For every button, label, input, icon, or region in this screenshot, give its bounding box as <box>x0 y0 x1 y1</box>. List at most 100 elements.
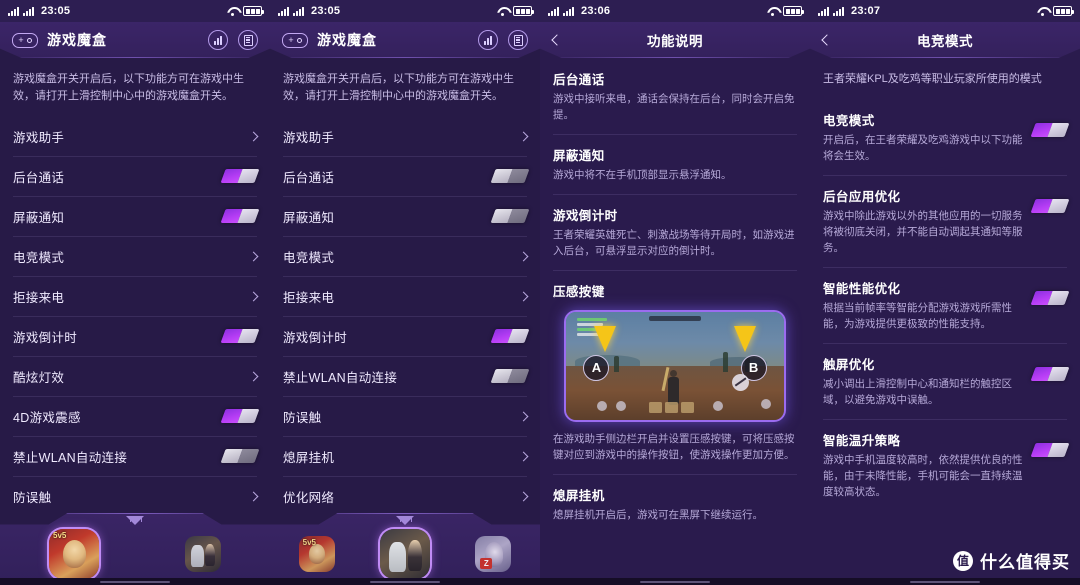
toggle-switch[interactable] <box>220 169 260 184</box>
chevron-right-icon <box>518 451 529 462</box>
game-icon-zombie[interactable] <box>475 536 512 572</box>
stats-chart-icon[interactable] <box>208 30 228 50</box>
row-label: 电竞模式 <box>13 250 65 265</box>
toggle-switch[interactable] <box>490 169 530 184</box>
row-label: 拒接来电 <box>283 290 335 305</box>
section-title: 熄屏挂机 <box>553 488 605 503</box>
section-body: 开启后，在王者荣耀及吃鸡游戏中以下功能将会生效。 <box>823 134 1023 162</box>
toggle-switch[interactable] <box>490 329 530 344</box>
section-body: 游戏中手机温度较高时，依然提供优良的性能，由于未降性能，手机可能会一直持续温度较… <box>823 453 1023 498</box>
dock-expand-arrow-icon[interactable] <box>396 516 414 525</box>
section-body: 在游戏助手侧边栏开启并设置压感按键，可将压感按键对应到游戏中的操作按钮，使游戏操… <box>553 432 795 461</box>
esports-section: 电竞模式 开启后，在王者荣耀及吃鸡游戏中以下功能将会生效。 <box>810 99 1080 175</box>
toggle-switch[interactable] <box>490 369 530 384</box>
section-body: 游戏中除此游戏以外的其他应用的一切服务将被彻底关闭，并不能自动调起其通知等服务。 <box>823 209 1023 254</box>
logo-dot <box>26 37 32 43</box>
chevron-right-icon <box>248 491 259 502</box>
battery-icon <box>513 6 534 16</box>
chevron-right-icon <box>518 291 529 302</box>
esports-section: 智能温升策略 游戏中手机温度较高时，依然提供优良的性能，由于未降性能，手机可能会… <box>810 418 1080 511</box>
list-item[interactable]: 屏蔽通知 <box>270 196 540 236</box>
app-header: + 游戏魔盒 <box>270 22 540 58</box>
panel-esports-mode: 23:07 电竞模式 王者荣耀KPL及吃鸡等职业玩家所使用的模式 电竞模式 开启… <box>810 0 1080 585</box>
section-body: 游戏中接听来电，通话会保持在后台，同时会开启免提。 <box>553 93 795 121</box>
chevron-right-icon <box>518 251 529 262</box>
list-item[interactable]: 熄屏挂机 <box>270 436 540 476</box>
toggle-switch[interactable] <box>1030 290 1070 305</box>
game-icon-pubg[interactable] <box>379 529 430 579</box>
toggle-switch[interactable] <box>1030 366 1070 381</box>
status-time: 23:07 <box>851 5 881 17</box>
panel-game-box-2: 23:05 + 游戏魔盒 游戏魔盒开关开启后，以下功能方可在游戏中生效，请打开上… <box>270 0 540 585</box>
intro-text: 游戏魔盒开关开启后，以下功能方可在游戏中生效，请打开上滑控制中心中的游戏魔盒开关… <box>13 73 244 103</box>
app-header: + 游戏魔盒 <box>0 22 270 58</box>
nav-bar <box>270 578 540 585</box>
battery-icon <box>243 6 264 16</box>
logo-plus: + <box>288 34 294 45</box>
row-label: 4D游戏震感 <box>13 410 81 425</box>
list-item[interactable]: 禁止WLAN自动连接 <box>0 436 270 476</box>
back-button[interactable] <box>540 34 574 46</box>
list-item[interactable]: 优化网络 <box>270 476 540 516</box>
list-item[interactable]: 屏蔽通知 <box>0 196 270 236</box>
row-label: 拒接来电 <box>13 290 65 305</box>
gamepad-icon: + <box>12 32 38 48</box>
nav-bar <box>810 578 1080 585</box>
list-item[interactable]: 拒接来电 <box>0 276 270 316</box>
list-item[interactable]: 游戏助手 <box>0 116 270 156</box>
stats-chart-icon[interactable] <box>478 30 498 50</box>
panel-game-box-1: 23:05 + 游戏魔盒 游戏魔盒开关开启后，以下功能方可在游戏中生效，请打开上… <box>0 0 270 585</box>
logo-dot <box>296 37 302 43</box>
screenshot-grid: 23:05 + 游戏魔盒 游戏魔盒开关开启后，以下功能方可在游戏中生效，请打开上… <box>0 0 1080 585</box>
section-body: 根据当前帧率等智能分配游戏游戏所需性能，为游戏提供更极致的性能支持。 <box>823 301 1012 330</box>
list-item[interactable]: 酷炫灯效 <box>0 356 270 396</box>
toggle-switch[interactable] <box>1030 442 1070 457</box>
page-title: 游戏魔盒 <box>47 32 107 48</box>
chevron-right-icon <box>518 491 529 502</box>
status-bar: 23:05 <box>270 0 540 22</box>
list-item[interactable]: 游戏倒计时 <box>270 316 540 356</box>
game-icon-honor-of-kings[interactable] <box>49 529 99 579</box>
list-item[interactable]: 电竞模式 <box>270 236 540 276</box>
list-item[interactable]: 防误触 <box>0 476 270 516</box>
list-item[interactable]: 禁止WLAN自动连接 <box>270 356 540 396</box>
row-label: 防误触 <box>283 410 322 425</box>
toggle-switch[interactable] <box>220 209 260 224</box>
toggle-switch[interactable] <box>1030 198 1070 213</box>
list-item[interactable]: 4D游戏震感 <box>0 396 270 436</box>
game-icon-pubg[interactable] <box>185 536 221 572</box>
esports-section: 后台应用优化 游戏中除此游戏以外的其他应用的一切服务将被彻底关闭，并不能自动调起… <box>810 174 1080 267</box>
pressure-indicator-right-icon <box>733 325 756 352</box>
game-tree <box>722 352 728 373</box>
list-item[interactable]: 拒接来电 <box>270 276 540 316</box>
toggle-switch[interactable] <box>220 329 260 344</box>
detail-header: 功能说明 <box>540 22 810 58</box>
game-icon-honor-of-kings[interactable] <box>298 536 335 572</box>
game-top-hud <box>648 316 702 322</box>
list-item[interactable]: 游戏倒计时 <box>0 316 270 356</box>
dock-expand-arrow-icon[interactable] <box>126 516 144 525</box>
back-button[interactable] <box>810 34 844 46</box>
list-item[interactable]: 游戏助手 <box>270 116 540 156</box>
settings-list-1: 游戏助手 后台通话 屏蔽通知 电竞模式 拒接来电 游戏倒计时 酷炫灯效 4D游戏… <box>0 116 270 516</box>
toggle-switch[interactable] <box>220 449 260 464</box>
document-list-icon[interactable] <box>508 30 528 50</box>
game-dock <box>270 513 540 585</box>
page-title: 功能说明 <box>647 34 703 49</box>
toggle-switch[interactable] <box>1030 123 1070 138</box>
list-item[interactable]: 防误触 <box>270 396 540 436</box>
nav-bar <box>540 578 810 585</box>
logo-plus: + <box>18 34 24 45</box>
signal-bars-icon-2 <box>833 6 844 16</box>
list-item[interactable]: 后台通话 <box>270 156 540 196</box>
back-chevron-icon <box>821 34 833 46</box>
game-hud-icon <box>596 401 607 412</box>
toggle-switch[interactable] <box>490 209 530 224</box>
row-label: 游戏助手 <box>13 130 65 145</box>
toggle-switch[interactable] <box>220 409 260 424</box>
document-list-icon[interactable] <box>238 30 258 50</box>
list-item[interactable]: 后台通话 <box>0 156 270 196</box>
list-item[interactable]: 电竞模式 <box>0 236 270 276</box>
description-section: 游戏倒计时 王者荣耀英雄死亡、刺激战场等待开局时，如游戏进入后台，可悬浮显示对应… <box>540 193 810 270</box>
section-title: 后台应用优化 <box>823 189 901 204</box>
